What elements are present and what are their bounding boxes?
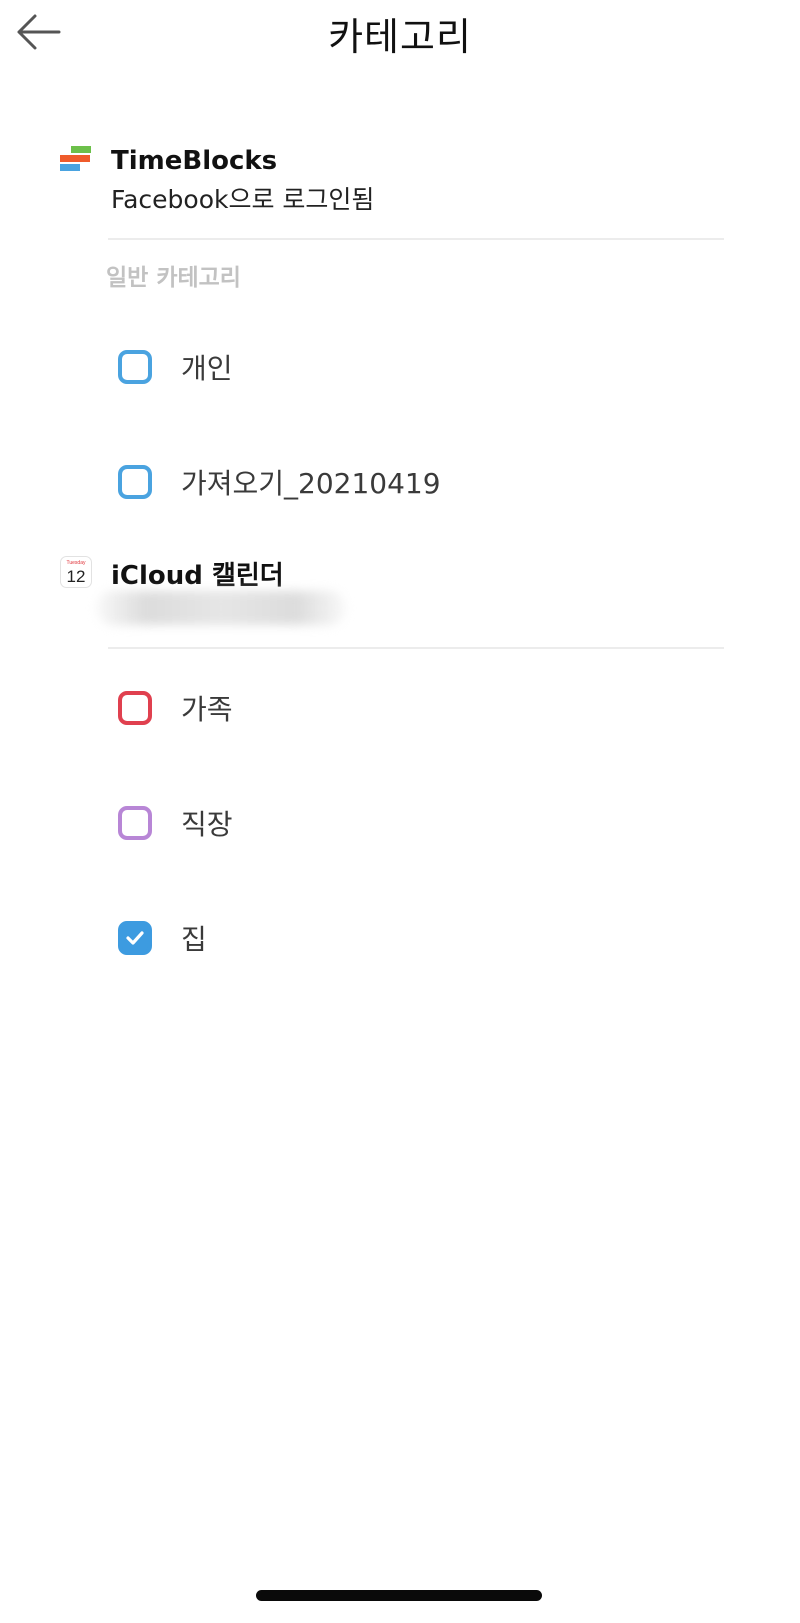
category-row-home[interactable]: 집	[110, 908, 710, 968]
calendar-day-text: Tuesday	[67, 560, 86, 566]
category-label: 가족	[181, 693, 233, 726]
category-label: 개인	[181, 352, 233, 385]
category-row-family[interactable]: 가족	[110, 678, 710, 738]
category-checkbox-checked[interactable]	[118, 921, 152, 955]
checkmark-icon	[126, 931, 144, 945]
calendar-date-text: 12	[67, 567, 86, 586]
home-indicator[interactable]	[256, 1590, 542, 1601]
section-label: 일반 카테고리	[106, 265, 241, 291]
divider	[108, 238, 724, 240]
category-row-import[interactable]: 가져오기_20210419	[110, 452, 710, 512]
category-checkbox[interactable]	[118, 691, 152, 725]
timeblocks-logo-icon	[60, 146, 91, 171]
page-title: 카테고리	[328, 15, 472, 59]
account-login-status: Facebook으로 로그인됨	[111, 185, 375, 214]
category-checkbox[interactable]	[118, 465, 152, 499]
account-name: iCloud 캘린더	[111, 561, 284, 591]
account-name: TimeBlocks	[111, 146, 278, 176]
category-label: 가져오기_20210419	[181, 467, 441, 500]
category-label: 집	[181, 923, 207, 956]
category-checkbox[interactable]	[118, 806, 152, 840]
divider	[108, 647, 724, 649]
category-row-personal[interactable]: 개인	[110, 337, 710, 397]
category-checkbox[interactable]	[118, 350, 152, 384]
blurred-account-email	[96, 591, 346, 625]
calendar-app-icon: Tuesday 12	[60, 556, 92, 588]
top-bar: 카테고리	[0, 0, 800, 64]
category-row-work[interactable]: 직장	[110, 793, 710, 853]
category-label: 직장	[181, 808, 233, 841]
